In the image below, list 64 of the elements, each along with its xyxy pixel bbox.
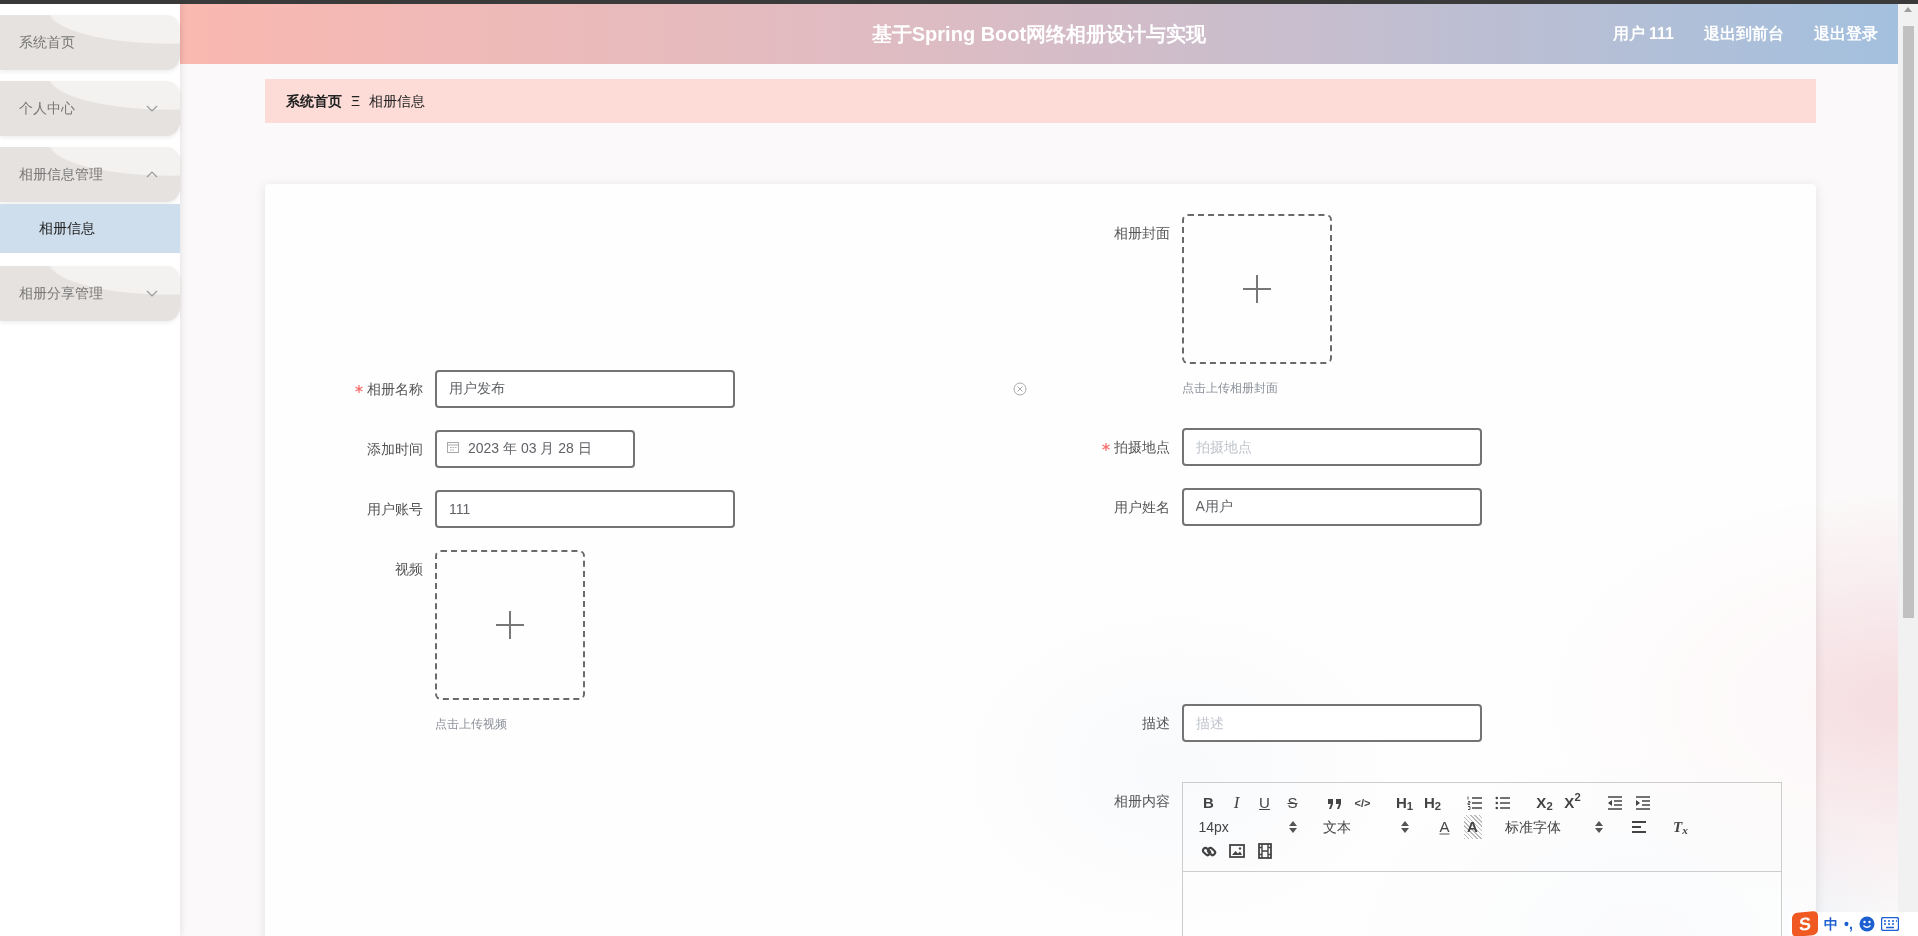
sidebar-subitem[interactable]: 相册信息 — [0, 204, 180, 253]
align-left-icon[interactable] — [1630, 819, 1647, 835]
upload-hint: 点击上传视频 — [435, 716, 508, 732]
caret-icon[interactable] — [146, 170, 158, 179]
code-button[interactable]: </> — [1348, 791, 1377, 815]
sidebar-item[interactable]: 系统首页 — [0, 15, 180, 70]
bold-button[interactable]: B — [1194, 791, 1223, 815]
sidebar-item[interactable]: 个人中心 — [0, 81, 180, 136]
field-label: 相册名称 — [367, 379, 423, 399]
field-label: 添加时间 — [367, 439, 423, 459]
smiley-icon[interactable] — [1858, 916, 1875, 932]
breadcrumb-separator: Ξ — [351, 91, 361, 111]
text-field[interactable]: 拍摄地点 — [1181, 428, 1482, 466]
film-icon[interactable] — [1256, 843, 1273, 859]
text-field[interactable]: 111 — [435, 490, 735, 528]
field-label: 相册内容 — [1113, 791, 1170, 811]
calendar-icon — [447, 441, 459, 453]
numbered-list-icon[interactable] — [1466, 795, 1483, 811]
field-label: 描述 — [1141, 713, 1170, 733]
field-label: 用户账号 — [367, 499, 423, 519]
page-title: 基于Spring Boot网络相册设计与实现 — [871, 22, 1207, 47]
upload-hint: 点击上传相册封面 — [1181, 380, 1279, 396]
sidebar-item[interactable]: 相册信息管理 — [0, 147, 180, 202]
date-field[interactable]: 2023 年 03 月 28 日 — [435, 430, 635, 468]
scrollbar-thumb[interactable] — [1902, 26, 1914, 618]
punctuation-toggle[interactable]: •, — [1844, 913, 1853, 935]
upload-box[interactable] — [1181, 214, 1332, 364]
bullet-list-icon[interactable] — [1494, 795, 1511, 811]
plus-icon — [1242, 275, 1271, 303]
keyboard-icon[interactable] — [1880, 917, 1899, 931]
sort-arrows-icon — [1400, 821, 1409, 833]
sort-arrows-icon — [1594, 821, 1603, 833]
plus-icon — [496, 611, 524, 639]
field-label: 相册封面 — [1113, 223, 1170, 243]
input-mode-toggle[interactable]: 中 — [1824, 913, 1838, 935]
subscript-button[interactable]: X$_{2}$ — [1530, 791, 1559, 815]
caret-icon[interactable] — [146, 289, 158, 298]
dropdown[interactable]: 14px — [1194, 815, 1305, 839]
underline-button[interactable]: U — [1250, 791, 1279, 815]
clean-button[interactable]: T$_{x}$ — [1666, 815, 1695, 839]
heading-button[interactable]: H$_{2}$ — [1418, 791, 1447, 815]
text-field[interactable]: 用户发布 — [435, 370, 735, 408]
field-label: 用户姓名 — [1113, 497, 1170, 517]
strike-button[interactable]: S — [1278, 791, 1307, 815]
superscript-button[interactable]: X$^{2}$ — [1558, 791, 1587, 815]
sort-arrows-icon — [1288, 821, 1297, 833]
heading-button[interactable]: H$_{1}$ — [1390, 791, 1419, 815]
background-button[interactable]: A — [1463, 815, 1482, 839]
image-icon[interactable] — [1228, 843, 1245, 859]
breadcrumb-link[interactable]: 系统首页 — [286, 90, 342, 112]
field-label: 视频 — [395, 559, 423, 579]
sidebar-item[interactable]: 相册分享管理 — [0, 266, 180, 321]
text-field[interactable]: A用户 — [1181, 488, 1482, 526]
dropdown[interactable]: 文本 — [1318, 815, 1417, 839]
dropdown[interactable]: 标准字体 — [1500, 815, 1611, 839]
field-label: 拍摄地点 — [1113, 437, 1170, 457]
text-field[interactable]: 描述 — [1181, 704, 1482, 742]
breadcrumb-current: 相册信息 — [369, 91, 426, 111]
upload-box[interactable] — [435, 550, 585, 700]
outdent-icon[interactable] — [1606, 795, 1623, 811]
caret-icon[interactable] — [146, 104, 158, 113]
color-button[interactable]: A — [1430, 815, 1459, 839]
italic-button[interactable]: I — [1222, 791, 1251, 815]
indent-icon[interactable] — [1634, 795, 1651, 811]
